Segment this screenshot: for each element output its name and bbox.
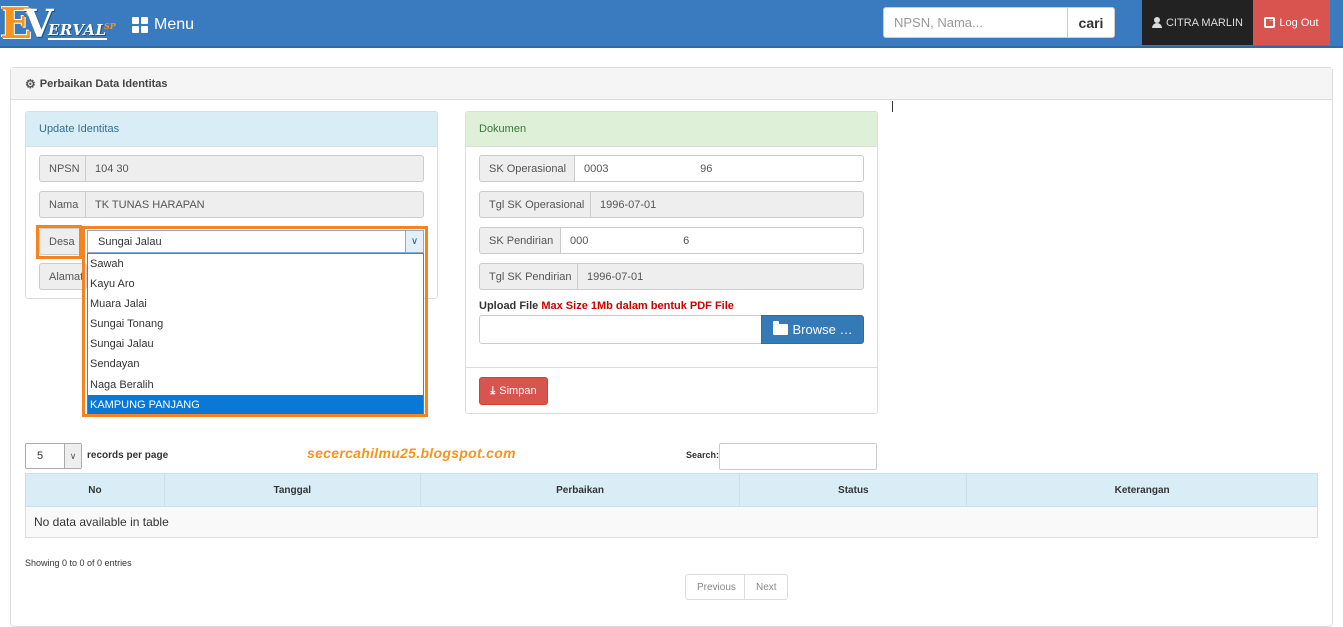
upload-size-note: Max Size 1Mb dalam bentuk PDF File [541,300,734,312]
page-title: ⚙ Perbaikan Data Identitas [11,68,1332,100]
download-icon: ⤓ [490,384,496,397]
tgl-sk-operasional-label: Tgl SK Operasional [479,191,591,218]
grid-icon [132,17,148,33]
user-name: CITRA MARLIN [1165,16,1243,29]
next-button[interactable]: Next [745,574,788,600]
npsn-label: NPSN [39,155,86,182]
tgl-sk-operasional-group: Tgl SK Operasional 1996-07-01 [479,191,864,218]
gear-icon: ⚙ [25,76,36,91]
panel-divider [466,367,877,368]
table-search-label: Search: [686,450,720,460]
npsn-group: NPSN 104 30 [39,155,424,182]
upload-label: Upload File Max Size 1Mb dalam bentuk PD… [479,300,734,312]
records-per-page-select[interactable]: 5 ∨ [25,443,82,469]
upload-label-text: Upload File [479,300,539,312]
global-search: cari [883,7,1115,38]
logout-label: Log Out [1279,16,1319,29]
table-info: Showing 0 to 0 of 0 entries [25,558,132,568]
column-header-tanggal[interactable]: Tanggal [163,473,421,507]
browse-label: Browse … [792,322,853,337]
previous-button[interactable]: Previous [685,574,745,600]
table-search-input[interactable] [719,443,877,470]
text-caret [892,101,893,112]
sk-pendirian-group: SK Pendirian 000 6 [479,227,864,254]
simpan-label: Simpan [499,385,537,397]
menu-button[interactable]: Menu [132,14,194,36]
column-header-no[interactable]: No [25,473,165,507]
table-row: No data available in table [25,506,1318,538]
pagination: Previous Next [685,574,788,600]
dokumen-panel-title: Dokumen [466,112,877,147]
upload-file-field[interactable] [479,315,762,344]
npsn-field: 104 30 [86,155,424,182]
perbaikan-table: No Tanggal Perbaikan Status Keterangan N… [25,473,1318,538]
table-header-row: No Tanggal Perbaikan Status Keterangan [25,473,1318,507]
sk-operasional-group: SK Operasional 0003 96 [479,155,864,182]
nama-field: TK TUNAS HARAPAN [86,191,424,218]
logout-button[interactable]: Log Out [1253,0,1330,45]
alamat-group: Alamat [39,263,87,290]
column-header-keterangan[interactable]: Keterangan [966,473,1318,507]
sk-pendirian-label: SK Pendirian [479,227,561,254]
nama-group: Nama TK TUNAS HARAPAN [39,191,424,218]
desa-label-highlight [36,225,82,259]
everval-logo[interactable]: E V ERVAL SP [0,3,118,45]
logo-word: ERVAL [48,21,107,40]
watermark-text: secercahilmu25.blogspot.com [307,445,516,461]
identity-panel-title: Update Identitas [26,112,437,147]
sk-pendirian-input[interactable]: 000 6 [561,227,864,254]
logo-superscript: SP [104,21,116,31]
search-button[interactable]: cari [1068,7,1115,38]
records-per-page-label: records per page [87,450,169,461]
chevron-down-icon[interactable]: ∨ [64,444,81,468]
column-header-status[interactable]: Status [739,473,968,507]
records-per-page-value: 5 [37,450,44,462]
browse-button[interactable]: Browse … [761,315,864,344]
nama-label: Nama [39,191,86,218]
simpan-button[interactable]: ⤓ Simpan [479,377,548,405]
desa-select-highlight [82,226,428,417]
tgl-sk-operasional-field: 1996-07-01 [591,191,864,218]
tgl-sk-pendirian-label: Tgl SK Pendirian [479,263,578,290]
page-title-text: Perbaikan Data Identitas [39,77,168,90]
menu-label: Menu [154,16,195,33]
user-icon [1151,17,1162,28]
search-input[interactable] [883,7,1068,38]
top-navbar: E V ERVAL SP Menu cari CITRA MARLIN Log … [0,0,1343,48]
alamat-label: Alamat [39,263,87,290]
tgl-sk-pendirian-field: 1996-07-01 [578,263,864,290]
user-menu[interactable]: CITRA MARLIN [1142,0,1253,45]
tgl-sk-pendirian-group: Tgl SK Pendirian 1996-07-01 [479,263,864,290]
empty-table-message: No data available in table [25,506,1318,538]
sk-operasional-input[interactable]: 0003 96 [575,155,864,182]
sk-operasional-label: SK Operasional [479,155,575,182]
column-header-perbaikan[interactable]: Perbaikan [419,473,741,507]
folder-open-icon [772,321,788,335]
logout-icon [1264,14,1277,28]
